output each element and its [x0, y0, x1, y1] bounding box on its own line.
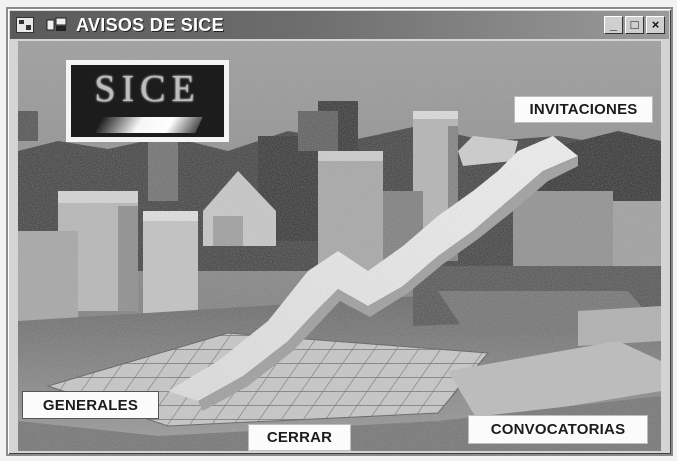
close-icon: ×	[651, 17, 660, 32]
app-menu-icon	[46, 17, 68, 33]
sice-logo: SICE	[66, 60, 229, 142]
maximize-icon: □	[630, 17, 639, 32]
invitaciones-button[interactable]: INVITACIONES	[514, 96, 653, 123]
generales-button[interactable]: GENERALES	[22, 391, 159, 419]
minimize-button[interactable]: _	[604, 16, 623, 34]
close-button[interactable]: ×	[646, 16, 665, 34]
title-bar[interactable]: AVISOS DE SICE _ □ ×	[10, 11, 669, 39]
sice-logo-text: SICE	[94, 68, 201, 110]
maximize-button[interactable]: □	[625, 16, 644, 34]
avisos-window: AVISOS DE SICE _ □ × SICE INVITACIONES G…	[6, 7, 673, 456]
cerrar-button[interactable]: CERRAR	[248, 424, 351, 451]
logo-light-beam	[95, 117, 203, 133]
minimize-icon: _	[609, 17, 618, 32]
convocatorias-button[interactable]: CONVOCATORIAS	[468, 415, 648, 444]
client-area: SICE INVITACIONES GENERALES CERRAR CONVO…	[18, 41, 661, 451]
app-window-icon[interactable]	[16, 17, 34, 33]
window-title: AVISOS DE SICE	[76, 14, 224, 35]
